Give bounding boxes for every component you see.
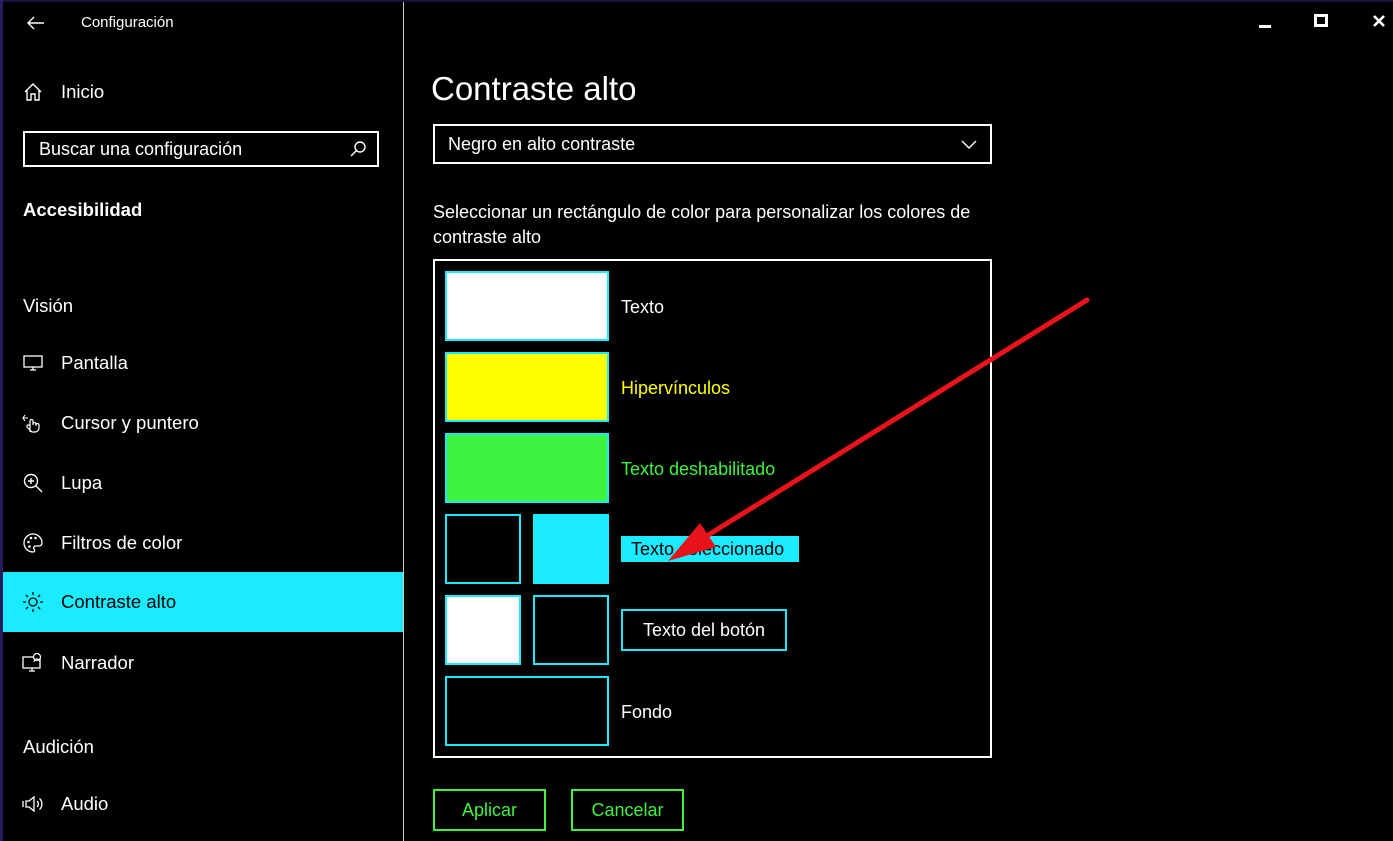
label-fondo: Fondo [621, 702, 673, 722]
section-vision-title: Visión [23, 295, 74, 316]
minimize-icon [1259, 25, 1271, 28]
back-button[interactable] [23, 10, 49, 36]
label-texto-del-boton: Texto del botón [621, 609, 787, 651]
label-texto-seleccionado: Texto seleccionado [621, 536, 799, 562]
nav-audio[interactable]: Audio [3, 776, 403, 832]
nav-contraste-alto-label: Contraste alto [61, 591, 177, 612]
nav-pantalla-label: Pantalla [61, 352, 128, 373]
swatch-seleccionado-fg[interactable] [445, 514, 521, 584]
nav-narrador-label: Narrador [61, 652, 134, 673]
monitor-icon [22, 352, 44, 374]
nav-narrador[interactable]: Narrador [3, 635, 403, 691]
nav-home[interactable]: Inicio [3, 64, 403, 120]
nav-audio-label: Audio [61, 793, 109, 814]
app-title: Configuración [81, 14, 174, 31]
nav-filtros-label: Filtros de color [61, 532, 183, 553]
category-title: Accesibilidad [23, 199, 143, 220]
chevron-down-icon [961, 140, 977, 149]
search-box[interactable]: Buscar una configuración [23, 131, 379, 167]
speaker-icon [22, 793, 44, 815]
color-panel: Texto Hipervínculos Texto deshabilitado … [433, 259, 992, 758]
brightness-icon [22, 591, 44, 613]
narrator-icon [22, 652, 44, 674]
minimize-button[interactable] [1250, 8, 1280, 34]
swatch-fondo[interactable] [445, 676, 609, 746]
pointer-icon [22, 412, 44, 434]
nav-cursor-label: Cursor y puntero [61, 412, 199, 433]
nav-cursor[interactable]: Cursor y puntero [3, 395, 403, 451]
description: Seleccionar un rectángulo de color para … [433, 202, 971, 247]
cancel-button[interactable]: Cancelar [571, 789, 684, 831]
home-icon [22, 81, 44, 103]
apply-button[interactable]: Aplicar [433, 789, 546, 831]
theme-select[interactable]: Negro en alto contraste [433, 124, 992, 164]
page-title: Contraste alto [431, 70, 637, 107]
swatch-seleccionado-bg[interactable] [533, 514, 609, 584]
section-audicion-title: Audición [23, 736, 94, 757]
search-input[interactable]: Buscar una configuración [39, 139, 349, 160]
sidebar: Configuración Inicio Buscar una configur… [3, 2, 403, 841]
close-button[interactable] [1364, 8, 1393, 34]
nav-pantalla[interactable]: Pantalla [3, 335, 403, 391]
nav-lupa[interactable]: Lupa [3, 455, 403, 511]
swatch-boton-bg[interactable] [533, 595, 609, 665]
nav-filtros[interactable]: Filtros de color [3, 515, 403, 571]
maximize-button[interactable] [1306, 8, 1336, 34]
sidebar-divider [403, 2, 404, 841]
label-texto-deshabilitado: Texto deshabilitado [621, 459, 776, 479]
nav-contraste-alto[interactable]: Contraste alto [3, 572, 403, 632]
search-icon[interactable] [349, 140, 367, 158]
close-icon [1373, 15, 1385, 27]
swatch-boton-fg[interactable] [445, 595, 521, 665]
label-hipervinculos: Hipervínculos [621, 378, 731, 398]
maximize-icon [1314, 14, 1328, 27]
label-texto: Texto [621, 297, 665, 317]
swatch-hipervinculos[interactable] [445, 352, 609, 422]
nav-lupa-label: Lupa [61, 472, 103, 493]
swatch-texto[interactable] [445, 271, 609, 341]
magnifier-icon [22, 472, 44, 494]
swatch-texto-deshabilitado[interactable] [445, 433, 609, 503]
theme-select-value: Negro en alto contraste [448, 133, 636, 154]
back-arrow-icon [27, 16, 44, 30]
nav-home-label: Inicio [61, 81, 105, 102]
palette-icon [22, 532, 44, 554]
